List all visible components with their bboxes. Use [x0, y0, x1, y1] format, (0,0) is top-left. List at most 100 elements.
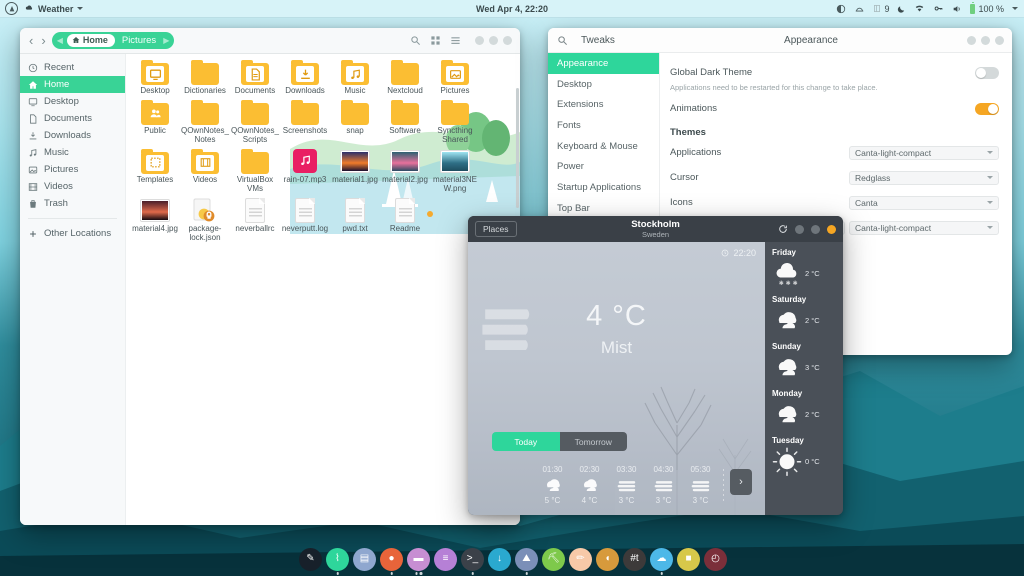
sidebar-item-home[interactable]: Home: [20, 76, 125, 93]
window-minimize-button[interactable]: [967, 35, 976, 45]
tweaks-sidebar-item-fonts[interactable]: Fonts: [548, 115, 659, 136]
theme-combobox-cursor[interactable]: Redglass: [849, 170, 999, 185]
dock-item-text-editor[interactable]: ≡: [434, 547, 457, 571]
activities-logo-icon[interactable]: [5, 2, 18, 15]
file-item[interactable]: QOwnNotes_Scripts: [230, 99, 280, 145]
breadcrumb-scroll-right-icon[interactable]: ▶: [163, 36, 169, 45]
dock-item-firefox[interactable]: ●: [380, 547, 403, 575]
sidebar-item-other-locations[interactable]: Other Locations: [20, 225, 125, 242]
sidebar-item-documents[interactable]: Documents: [20, 110, 125, 127]
dock-item-notes[interactable]: ✏: [569, 547, 592, 571]
file-item[interactable]: Downloads: [280, 60, 330, 96]
search-icon[interactable]: [557, 35, 568, 46]
sidebar-item-desktop[interactable]: Desktop: [20, 93, 125, 110]
window-maximize-button[interactable]: [811, 224, 820, 234]
dock-item-system-monitor[interactable]: ⌇: [326, 547, 349, 575]
window-minimize-button[interactable]: [795, 224, 804, 234]
theme-combobox-shell[interactable]: Canta-light-compact: [849, 220, 999, 235]
dock-item-image-editor[interactable]: ■: [677, 547, 700, 571]
window-maximize-button[interactable]: [489, 36, 498, 45]
file-item[interactable]: QOwnNotes_Notes: [180, 99, 230, 145]
back-button[interactable]: ‹: [29, 33, 33, 48]
breadcrumb-item-home[interactable]: Home: [66, 34, 115, 47]
tab-tomorrow[interactable]: Tomorrow: [559, 432, 627, 451]
file-item[interactable]: Music: [330, 60, 380, 96]
theme-combobox-icons[interactable]: Canta: [849, 195, 999, 210]
dock-item-tweaks[interactable]: ⛏: [542, 547, 565, 571]
file-item[interactable]: package-lock.json: [180, 198, 230, 243]
search-icon[interactable]: [410, 35, 421, 46]
tweaks-sidebar-item-startup-applications[interactable]: Startup Applications: [548, 177, 659, 198]
file-item[interactable]: Documents: [230, 60, 280, 96]
tweaks-sidebar-item-extensions[interactable]: Extensions: [548, 94, 659, 115]
volume-icon[interactable]: [952, 4, 962, 14]
file-item[interactable]: Public: [130, 99, 180, 145]
file-item[interactable]: material1.jpg: [330, 149, 380, 194]
file-item[interactable]: Desktop: [130, 60, 180, 96]
file-item[interactable]: rain-07.mp3: [280, 148, 330, 194]
sidebar-item-trash[interactable]: Trash: [20, 195, 125, 212]
file-item[interactable]: material3NEW.png: [430, 149, 480, 194]
tweaks-sidebar-item-keyboard-mouse[interactable]: Keyboard & Mouse: [548, 136, 659, 157]
dock-item-software-updater[interactable]: ↓: [488, 547, 511, 571]
file-item[interactable]: Pictures: [430, 60, 480, 96]
vpn-key-icon[interactable]: [933, 4, 944, 13]
file-item[interactable]: neverputt.log: [280, 197, 330, 243]
forward-button[interactable]: ›: [41, 33, 45, 48]
file-item[interactable]: Readme: [380, 197, 430, 243]
workspace-indicator[interactable]: 9: [873, 4, 889, 14]
tweaks-sidebar-item-power[interactable]: Power: [548, 156, 659, 177]
dock-item-weather[interactable]: ☁: [650, 547, 673, 575]
dock-item-terminal-guake[interactable]: ✎: [299, 547, 322, 571]
dock-item-image-viewer[interactable]: ⛰: [515, 547, 538, 575]
window-close-button[interactable]: [503, 36, 512, 45]
dock-item-hexchat[interactable]: #t: [623, 547, 646, 571]
app-menu[interactable]: Weather: [25, 4, 84, 14]
theme-combobox-applications[interactable]: Canta-light-compact: [849, 145, 999, 160]
sidebar-item-recent[interactable]: Recent: [20, 59, 125, 76]
file-item[interactable]: Syncthing Shared: [430, 99, 480, 145]
sidebar-item-music[interactable]: Music: [20, 144, 125, 161]
tweaks-sidebar-item-desktop[interactable]: Desktop: [548, 74, 659, 95]
vertical-scrollbar[interactable]: [516, 88, 519, 208]
breadcrumb-scroll-left-icon[interactable]: ◀: [57, 36, 63, 45]
file-item[interactable]: Templates: [130, 148, 180, 194]
dock-item-dictionary[interactable]: ◖: [596, 547, 619, 571]
system-menu-chevron-icon[interactable]: [1012, 7, 1018, 10]
tweaks-sidebar-item-appearance[interactable]: Appearance: [548, 53, 659, 74]
window-close-button[interactable]: [995, 35, 1004, 45]
file-item[interactable]: pwd.txt: [330, 197, 380, 243]
file-item[interactable]: Nextcloud: [380, 60, 430, 96]
dock-item-speedtest[interactable]: ◴: [704, 547, 727, 571]
sidebar-item-videos[interactable]: Videos: [20, 178, 125, 195]
global-dark-theme-toggle[interactable]: [975, 66, 999, 79]
file-item[interactable]: neverballrc: [230, 197, 280, 243]
file-item[interactable]: Dictionaries: [180, 60, 230, 96]
animations-toggle[interactable]: [975, 102, 999, 115]
sidebar-item-downloads[interactable]: Downloads: [20, 127, 125, 144]
wifi-icon[interactable]: [914, 4, 925, 13]
dock-item-file-manager[interactable]: ▬: [407, 547, 430, 575]
file-item[interactable]: Videos: [180, 148, 230, 194]
dock-item-files[interactable]: ▤: [353, 547, 376, 571]
window-minimize-button[interactable]: [475, 36, 484, 45]
hourly-next-button[interactable]: ›: [730, 469, 752, 495]
night-light-icon[interactable]: [836, 4, 846, 14]
dock-item-terminal[interactable]: >_: [461, 547, 484, 575]
file-item[interactable]: material4.jpg: [130, 198, 180, 243]
battery-indicator[interactable]: 100 %: [970, 1, 1004, 14]
window-maximize-button[interactable]: [981, 35, 990, 45]
file-item[interactable]: snap: [330, 99, 380, 145]
window-close-button[interactable]: [827, 224, 836, 234]
moon-icon[interactable]: [897, 4, 906, 14]
grid-view-icon[interactable]: [430, 35, 441, 46]
file-item[interactable]: Screenshots: [280, 99, 330, 145]
file-item[interactable]: Software: [380, 99, 430, 145]
tab-today[interactable]: Today: [492, 432, 560, 451]
places-button[interactable]: Places: [475, 221, 517, 237]
file-item[interactable]: VirtualBox VMs: [230, 148, 280, 194]
sidebar-item-pictures[interactable]: Pictures: [20, 161, 125, 178]
breadcrumb-item-pictures[interactable]: Pictures: [119, 35, 159, 46]
file-item[interactable]: material2.jpg: [380, 149, 430, 194]
suspend-icon[interactable]: [854, 4, 865, 14]
